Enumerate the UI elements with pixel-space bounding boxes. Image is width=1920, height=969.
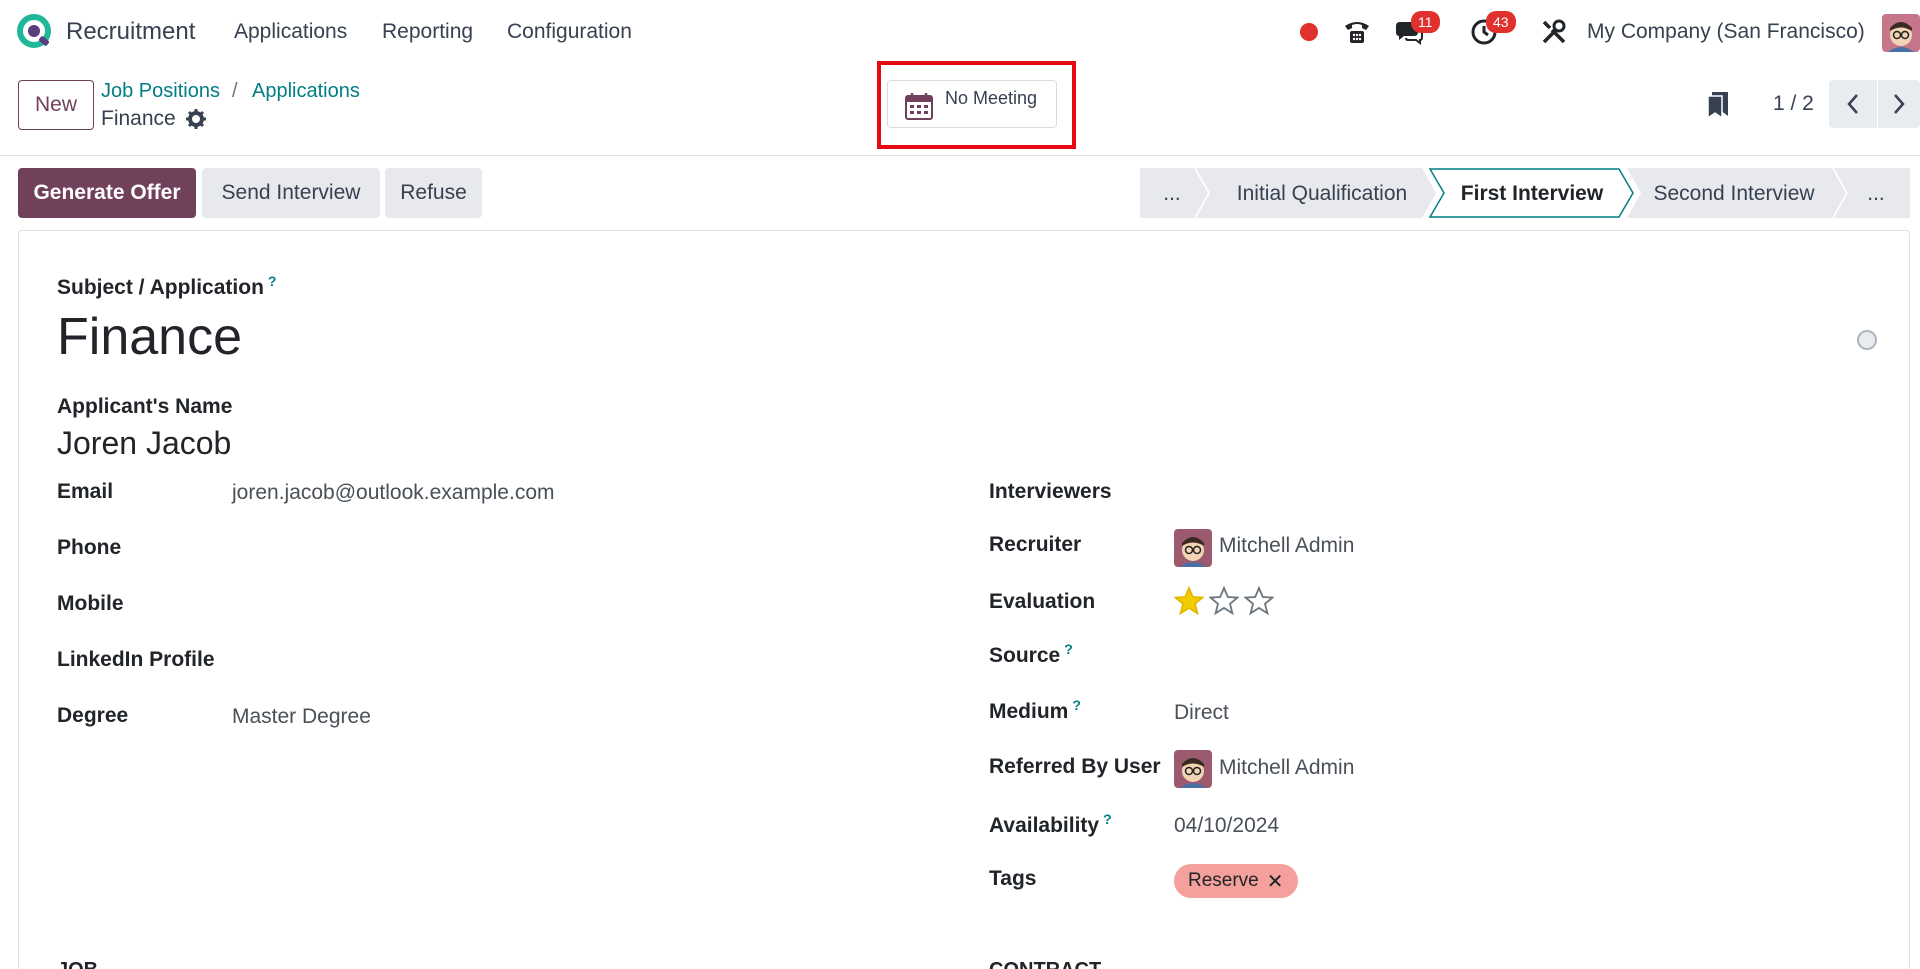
linkedin-field[interactable] <box>232 648 932 676</box>
degree-label: Degree <box>57 704 129 727</box>
help-icon[interactable]: ? <box>1103 811 1112 827</box>
pager-previous-button[interactable] <box>1829 80 1877 128</box>
breadcrumb-separator: / <box>232 80 238 102</box>
phone-label: Phone <box>57 536 122 559</box>
top-navbar: Recruitment Applications Reporting Confi… <box>0 0 1920 64</box>
star-filled-icon[interactable] <box>1174 586 1204 616</box>
form-sheet: Subject / Application? Finance Applicant… <box>18 230 1910 969</box>
subject-input[interactable]: Finance <box>57 307 242 367</box>
stage-label: ... <box>1163 182 1181 205</box>
breadcrumb-current: Finance <box>101 107 176 130</box>
avatar-icon <box>1882 14 1920 52</box>
help-icon[interactable]: ? <box>1064 641 1073 657</box>
calendar-icon <box>905 93 933 120</box>
recruiter-label: Recruiter <box>989 533 1082 556</box>
availability-field[interactable]: 04/10/2024 <box>1174 814 1279 838</box>
chevron-right-icon <box>1894 94 1905 114</box>
messages-badge: 11 <box>1411 11 1440 33</box>
source-field[interactable] <box>1174 641 1874 669</box>
mobile-label: Mobile <box>57 592 124 615</box>
interviewers-label: Interviewers <box>989 480 1112 503</box>
breadcrumb-applications[interactable]: Applications <box>252 80 360 103</box>
interviewers-field[interactable] <box>1174 480 1874 508</box>
source-label: Source? <box>989 641 1073 668</box>
pager-next-button[interactable] <box>1878 80 1920 128</box>
tools-icon <box>1542 19 1566 44</box>
section-job-title: JOB <box>57 959 98 969</box>
recruiter-field[interactable]: Mitchell Admin <box>1219 534 1354 558</box>
recording-indicator[interactable] <box>1298 14 1320 50</box>
stage-label-active: First Interview <box>1461 182 1604 205</box>
record-icon <box>1300 23 1318 41</box>
activities-button[interactable]: 43 <box>1466 11 1516 50</box>
medium-label-text: Medium <box>989 700 1069 723</box>
stage-label: ... <box>1867 182 1885 205</box>
evaluation-label: Evaluation <box>989 590 1096 613</box>
linkedin-label: LinkedIn Profile <box>57 648 215 671</box>
meeting-smart-button[interactable]: No Meeting <box>887 80 1057 128</box>
applicant-name-input[interactable]: Joren Jacob <box>57 425 231 462</box>
star-empty-icon[interactable] <box>1244 586 1274 616</box>
stage-statusbar: ... Initial Qualification First Intervie… <box>1140 168 1910 218</box>
subject-label-text: Subject / Application <box>57 276 264 299</box>
meeting-label: No Meeting <box>945 88 1038 108</box>
section-contract-title: CONTRACT <box>989 959 1101 969</box>
app-logo-icon[interactable] <box>17 14 51 48</box>
tags-label: Tags <box>989 867 1037 890</box>
source-label-text: Source <box>989 644 1061 667</box>
medium-label: Medium? <box>989 697 1081 724</box>
app-name[interactable]: Recruitment <box>66 18 195 46</box>
subject-label: Subject / Application? <box>57 273 276 300</box>
tag-label: Reserve <box>1188 870 1259 891</box>
referred-by-label: Referred By User <box>989 755 1161 778</box>
menu-configuration[interactable]: Configuration <box>507 20 632 44</box>
referred-by-field[interactable]: Mitchell Admin <box>1219 756 1354 780</box>
remove-tag-icon[interactable]: ✕ <box>1267 869 1284 894</box>
help-icon[interactable]: ? <box>268 273 277 289</box>
breadcrumb-job-positions[interactable]: Job Positions <box>101 80 220 103</box>
avatar-icon <box>1174 750 1212 788</box>
send-interview-button[interactable]: Send Interview <box>202 168 380 218</box>
menu-reporting[interactable]: Reporting <box>382 20 473 44</box>
availability-label-text: Availability <box>989 814 1100 837</box>
help-icon[interactable]: ? <box>1072 697 1081 713</box>
mobile-field[interactable] <box>232 592 932 620</box>
chevron-left-icon <box>1847 94 1858 114</box>
phone-icon <box>1345 22 1369 43</box>
gear-icon[interactable] <box>185 108 207 130</box>
phone-field[interactable] <box>232 536 932 564</box>
debug-tools-button[interactable] <box>1538 14 1570 50</box>
refuse-button[interactable]: Refuse <box>385 168 482 218</box>
user-avatar[interactable] <box>1882 14 1920 52</box>
company-switcher[interactable]: My Company (San Francisco) <box>1587 20 1865 44</box>
kanban-state-toggle[interactable] <box>1857 330 1877 350</box>
stage-label: Second Interview <box>1653 182 1815 205</box>
degree-field[interactable]: Master Degree <box>232 705 371 729</box>
messages-button[interactable]: 11 <box>1391 11 1440 50</box>
stage-label: Initial Qualification <box>1237 182 1407 205</box>
voip-button[interactable] <box>1339 14 1375 50</box>
pager-value[interactable]: 1 / 2 <box>1773 92 1814 116</box>
applicant-name-label: Applicant's Name <box>57 395 233 418</box>
email-label: Email <box>57 480 114 503</box>
activities-badge: 43 <box>1486 11 1516 33</box>
tag-badge: Reserve ✕ <box>1174 864 1298 898</box>
generate-offer-button[interactable]: Generate Offer <box>18 168 196 218</box>
avatar-icon <box>1174 529 1212 567</box>
availability-label: Availability? <box>989 811 1112 838</box>
new-button[interactable]: New <box>18 80 94 130</box>
menu-applications[interactable]: Applications <box>234 20 347 44</box>
bookmark-icon[interactable] <box>1706 90 1730 120</box>
referred-by-avatar <box>1174 750 1212 788</box>
medium-field[interactable]: Direct <box>1174 701 1229 725</box>
star-empty-icon[interactable] <box>1209 586 1239 616</box>
recruiter-avatar <box>1174 529 1212 567</box>
email-field[interactable]: joren.jacob@outlook.example.com <box>232 481 555 505</box>
